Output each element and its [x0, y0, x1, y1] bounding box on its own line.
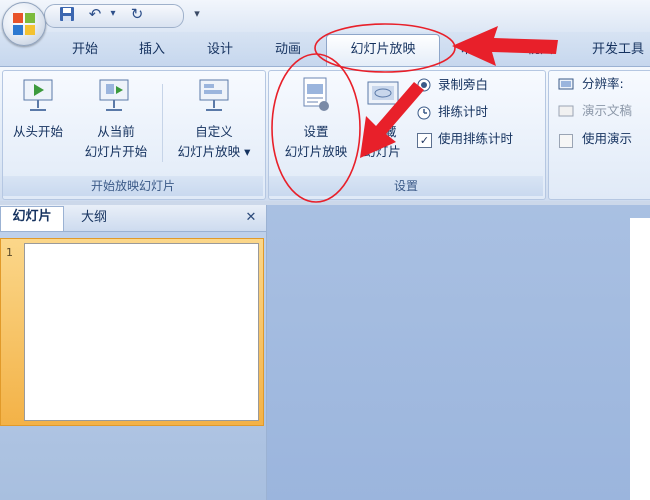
- undo-icon[interactable]: ↶: [86, 5, 104, 23]
- use-presenter-label: 使用演示: [582, 131, 633, 146]
- resolution-label: 分辨率:: [582, 76, 624, 91]
- tab-review[interactable]: 审阅: [460, 40, 486, 60]
- tab-animation[interactable]: 动画: [275, 40, 301, 60]
- save-icon[interactable]: [58, 6, 76, 24]
- separator: [162, 84, 163, 162]
- slide-number: 1: [6, 246, 13, 259]
- tab-developer[interactable]: 开发工具: [592, 40, 644, 60]
- custom-slideshow-button-line2[interactable]: 幻灯片放映 ▾: [164, 142, 264, 162]
- hide-slide-button[interactable]: 隐藏: [358, 122, 410, 142]
- from-current-button-line2[interactable]: 幻灯片开始: [72, 142, 160, 162]
- from-start-button[interactable]: 从头开始: [2, 122, 74, 142]
- use-timings-label: 使用排练计时: [438, 131, 514, 146]
- redo-icon[interactable]: ↻: [128, 5, 146, 23]
- rehearse-timings-button[interactable]: 排练计时: [438, 103, 488, 121]
- slide-canvas[interactable]: [630, 218, 650, 500]
- custom-slideshow-button[interactable]: 自定义: [170, 122, 258, 142]
- tab-outline[interactable]: 大纲: [66, 208, 122, 228]
- presenter-view-icon: [558, 104, 574, 118]
- rehearse-timings-icon: [416, 104, 432, 120]
- custom-slideshow-icon: [194, 78, 234, 116]
- tab-view[interactable]: 视图: [527, 40, 553, 60]
- group-label-start: 开始放映幻灯片: [3, 176, 263, 196]
- from-current-button[interactable]: 从当前: [72, 122, 160, 142]
- record-narration-button[interactable]: 录制旁白: [438, 76, 488, 94]
- office-button[interactable]: [2, 2, 46, 46]
- tab-design[interactable]: 设计: [207, 40, 233, 60]
- group-label-setup: 设置: [269, 176, 543, 196]
- use-presenter-checkbox[interactable]: [559, 134, 573, 148]
- play-from-start-icon: [20, 78, 56, 116]
- setup-slideshow-button-line2[interactable]: 幻灯片放映: [274, 142, 358, 162]
- resolution-icon: [558, 77, 574, 91]
- slide-thumbnail[interactable]: [24, 243, 259, 421]
- hide-slide-icon: [366, 80, 400, 114]
- undo-dropdown-icon[interactable]: ▾: [104, 5, 122, 23]
- play-from-current-icon: [96, 78, 132, 116]
- tab-insert[interactable]: 插入: [139, 40, 165, 60]
- tab-home[interactable]: 开始: [72, 40, 98, 60]
- hide-slide-button-line2[interactable]: 幻灯片: [352, 142, 412, 162]
- customize-qat-icon[interactable]: ▾: [188, 5, 206, 23]
- close-icon[interactable]: ✕: [242, 208, 260, 228]
- tab-slides[interactable]: 幻灯片: [0, 206, 64, 231]
- setup-slideshow-icon: [298, 76, 332, 118]
- office-logo-icon: [13, 13, 35, 35]
- record-narration-icon: [416, 77, 432, 93]
- presenter-view-button[interactable]: 演示文稿: [582, 102, 650, 120]
- tab-slideshow[interactable]: 幻灯片放映: [326, 34, 440, 67]
- use-timings-checkbox[interactable]: ✓: [417, 133, 432, 148]
- setup-slideshow-button[interactable]: 设置: [286, 122, 346, 142]
- slide-editor-area[interactable]: [267, 205, 650, 500]
